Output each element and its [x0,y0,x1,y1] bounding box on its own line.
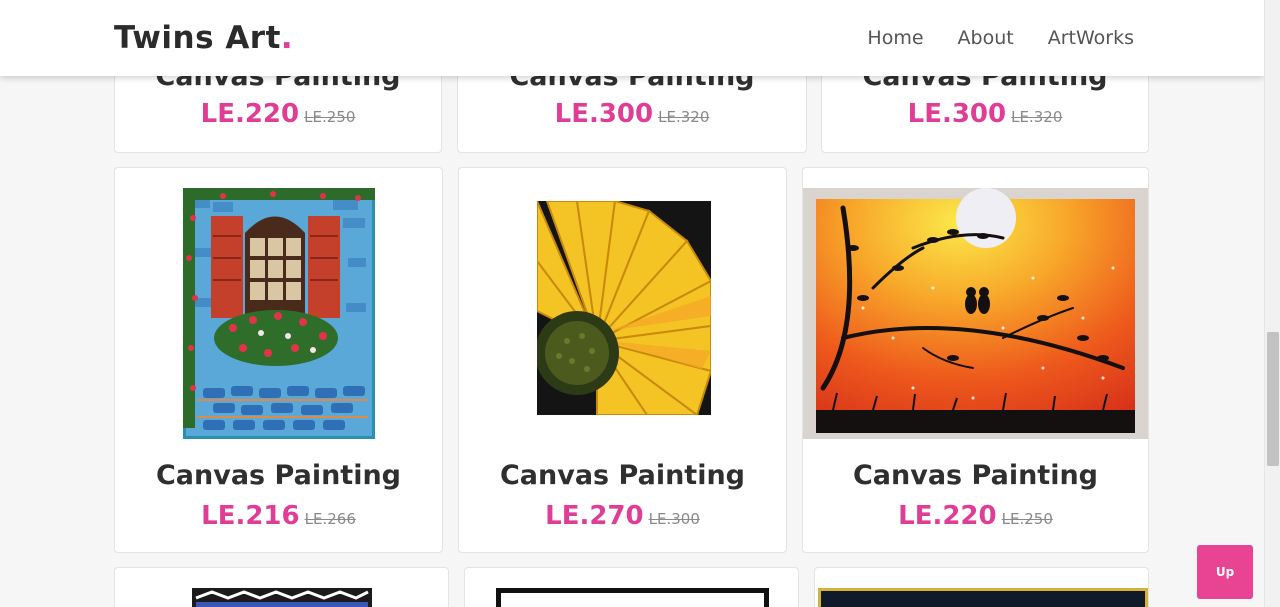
product-price: LE.220 [200,99,300,129]
product-image[interactable] [496,588,769,607]
product-title: Canvas Painting [852,460,1099,491]
page-scrollbar[interactable] [1264,0,1280,607]
brand-name: Twins Art [114,20,281,56]
nav-menu: Home About ArtWorks [867,27,1134,49]
product-old-price: LE.320 [1011,108,1063,126]
price-row: LE.220 LE.250 [115,99,441,129]
sunset-birds-painting-image[interactable] [803,188,1149,439]
product-card[interactable]: Canvas Painting LE.270 LE.300 [458,167,787,553]
product-old-price: LE.320 [658,108,710,126]
scrollbar-thumb[interactable] [1267,332,1279,466]
price-row: LE.300 LE.320 [458,99,806,129]
product-old-price: LE.300 [648,510,700,528]
sunflower-painting-image[interactable] [537,201,711,415]
page-viewport: Canvas Painting LE.220 LE.250 Canvas Pain… [0,0,1264,607]
price-row: LE.270 LE.300 [459,501,786,531]
nav-link-artworks[interactable]: ArtWorks [1048,27,1134,49]
product-price: LE.300 [907,99,1007,129]
price-row: LE.300 LE.320 [822,99,1148,129]
product-card[interactable]: Canvas Painting LE.216 LE.266 [114,167,443,553]
window-painting-image[interactable] [183,188,375,439]
price-row: LE.216 LE.266 [115,501,442,531]
brand-dot: . [280,20,294,56]
product-price: LE.220 [898,501,997,531]
product-old-price: LE.250 [1001,510,1053,528]
product-old-price: LE.266 [304,510,356,528]
product-card[interactable] [114,567,449,607]
nav-link-about[interactable]: About [958,27,1014,49]
brand-logo[interactable]: Twins Art. [114,20,293,56]
product-old-price: LE.250 [304,108,356,126]
price-row: LE.220 LE.250 [803,501,1148,531]
product-card[interactable]: Canvas Painting LE.220 LE.250 [802,167,1149,553]
scroll-up-button[interactable]: Up [1197,545,1253,599]
nav-link-home[interactable]: Home [867,27,923,49]
product-image[interactable] [818,588,1148,607]
navbar: Twins Art. Home About ArtWorks [0,0,1264,76]
product-price: LE.216 [201,501,300,531]
product-card[interactable] [464,567,799,607]
product-card[interactable] [814,567,1149,607]
product-price: LE.300 [554,99,654,129]
product-title: Canvas Painting [155,460,402,491]
product-title: Canvas Painting [499,460,746,491]
product-price: LE.270 [545,501,644,531]
product-image[interactable] [192,588,372,607]
